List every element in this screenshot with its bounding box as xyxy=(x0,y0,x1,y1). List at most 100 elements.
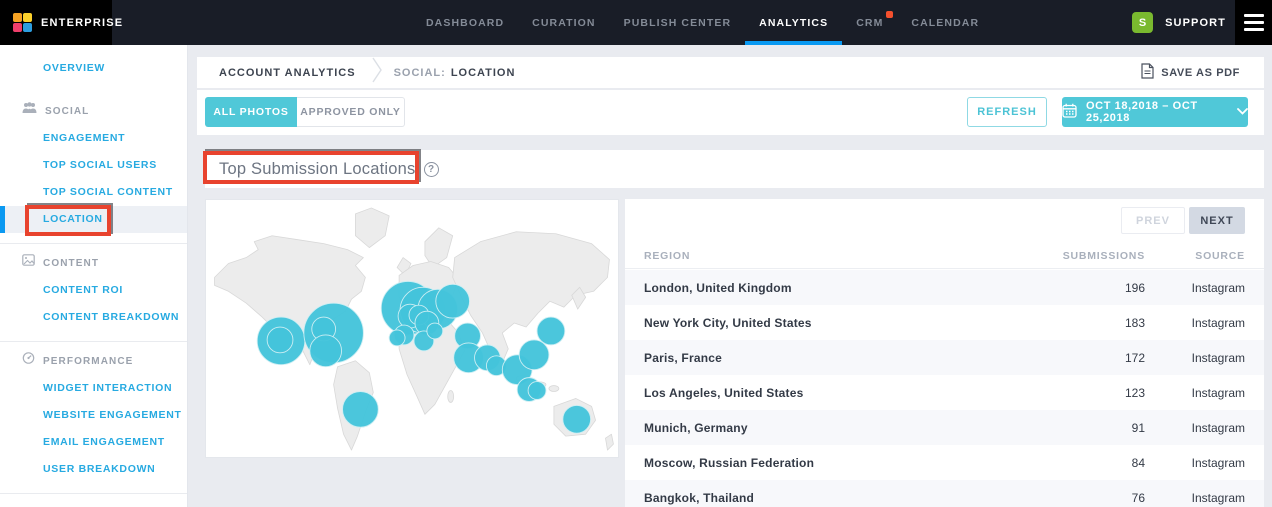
source-cell: Instagram xyxy=(1145,456,1245,470)
sidebar-section-content: CONTENT xyxy=(0,250,187,277)
map-bubble[interactable] xyxy=(436,284,470,318)
table-row: New York City, United States 183 Instagr… xyxy=(625,305,1264,340)
gauge-icon xyxy=(22,348,35,375)
column-header-submissions: SUBMISSIONS xyxy=(1025,250,1145,262)
sidebar-section-performance: PERFORMANCE xyxy=(0,348,187,375)
users-icon xyxy=(22,98,37,125)
save-as-pdf-button[interactable]: SAVE AS PDF xyxy=(1141,63,1240,82)
table-row: Bangkok, Thailand 76 Instagram xyxy=(625,480,1264,507)
region-cell: Paris, France xyxy=(644,351,1025,365)
source-cell: Instagram xyxy=(1145,351,1245,365)
region-cell: London, United Kingdom xyxy=(644,281,1025,295)
hamburger-menu-icon[interactable] xyxy=(1235,0,1272,45)
map-bubble[interactable] xyxy=(519,340,549,370)
map-bubble[interactable] xyxy=(537,317,565,345)
sidebar-item-website-engagement[interactable]: WEBSITE ENGAGEMENT xyxy=(0,402,187,429)
nav-calendar[interactable]: CALENDAR xyxy=(897,0,993,45)
approved-only-button[interactable]: APPROVED ONLY xyxy=(297,97,405,127)
submissions-cell: 76 xyxy=(1025,491,1145,505)
chevron-down-icon xyxy=(1237,106,1248,118)
support-link[interactable]: SUPPORT xyxy=(1165,0,1226,45)
sidebar-item-content-roi[interactable]: CONTENT ROI xyxy=(0,277,187,304)
region-cell: New York City, United States xyxy=(644,316,1025,330)
map-bubble[interactable] xyxy=(267,327,293,353)
region-cell: Bangkok, Thailand xyxy=(644,491,1025,505)
save-as-pdf-label: SAVE AS PDF xyxy=(1161,67,1240,79)
map-bubble[interactable] xyxy=(389,330,405,346)
sidebar-section-label: SOCIAL xyxy=(45,98,89,125)
map-bubble[interactable] xyxy=(343,392,379,428)
main-nav: DASHBOARD CURATION PUBLISH CENTER ANALYT… xyxy=(412,0,993,45)
sidebar-item-email-engagement[interactable]: EMAIL ENGAGEMENT xyxy=(0,429,187,456)
map-bubble[interactable] xyxy=(427,323,443,339)
nav-crm[interactable]: CRM xyxy=(842,0,897,45)
source-cell: Instagram xyxy=(1145,316,1245,330)
section-title-card: Top Submission Locations ? xyxy=(205,150,1264,188)
brand-logo-icon xyxy=(13,13,32,32)
sidebar-section-label: CONTENT xyxy=(43,250,99,277)
sidebar-item-location[interactable]: LOCATION xyxy=(0,206,187,233)
sidebar-divider xyxy=(0,243,187,244)
region-cell: Los Angeles, United States xyxy=(644,386,1025,400)
submissions-cell: 91 xyxy=(1025,421,1145,435)
sidebar-item-content-breakdown[interactable]: CONTENT BREAKDOWN xyxy=(0,304,187,331)
all-photos-button[interactable]: ALL PHOTOS xyxy=(205,97,297,127)
table-row: Moscow, Russian Federation 84 Instagram xyxy=(625,445,1264,480)
sidebar-item-top-social-users[interactable]: TOP SOCIAL USERS xyxy=(0,152,187,179)
user-avatar[interactable]: S xyxy=(1132,12,1153,33)
nav-publish-center[interactable]: PUBLISH CENTER xyxy=(610,0,746,45)
date-range-picker[interactable]: OCT 18,2018 – OCT 25,2018 xyxy=(1062,97,1248,127)
table-row: Munich, Germany 91 Instagram xyxy=(625,410,1264,445)
breadcrumb-section-prefix: SOCIAL: xyxy=(394,67,446,79)
source-cell: Instagram xyxy=(1145,281,1245,295)
sidebar-item-top-social-content[interactable]: TOP SOCIAL CONTENT xyxy=(0,179,187,206)
nav-curation[interactable]: CURATION xyxy=(518,0,609,45)
calendar-icon xyxy=(1062,103,1077,121)
table-body: London, United Kingdom 196 Instagram New… xyxy=(625,270,1264,507)
sidebar-section-label: PERFORMANCE xyxy=(43,348,133,375)
sidebar-divider xyxy=(0,341,187,342)
nav-analytics[interactable]: ANALYTICS xyxy=(745,0,842,45)
refresh-button[interactable]: REFRESH xyxy=(967,97,1047,127)
submissions-cell: 123 xyxy=(1025,386,1145,400)
help-icon[interactable]: ? xyxy=(424,162,439,177)
photo-filter-toggle: ALL PHOTOS APPROVED ONLY xyxy=(205,97,405,127)
breadcrumb-current-page: LOCATION xyxy=(451,67,516,79)
next-button[interactable]: NEXT xyxy=(1189,207,1245,234)
submissions-cell: 183 xyxy=(1025,316,1145,330)
submissions-cell: 84 xyxy=(1025,456,1145,470)
column-header-region: REGION xyxy=(644,250,1025,262)
table-header-row: REGION SUBMISSIONS SOURCE xyxy=(625,244,1264,269)
app-logo[interactable]: ENTERPRISE xyxy=(0,0,112,45)
map-bubble[interactable] xyxy=(528,382,546,400)
breadcrumb-account-analytics[interactable]: ACCOUNT ANALYTICS xyxy=(219,67,356,79)
breadcrumb-separator-icon xyxy=(372,57,382,88)
sidebar-item-user-breakdown[interactable]: USER BREAKDOWN xyxy=(0,456,187,483)
sidebar-item-engagement[interactable]: ENGAGEMENT xyxy=(0,125,187,152)
filter-band: ALL PHOTOS APPROVED ONLY REFRESH OCT 18,… xyxy=(197,90,1264,135)
world-bubble-map[interactable] xyxy=(206,200,618,457)
map-bubble[interactable] xyxy=(310,335,342,367)
submissions-cell: 196 xyxy=(1025,281,1145,295)
locations-table-card: PREV NEXT REGION SUBMISSIONS SOURCE Lond… xyxy=(625,199,1264,507)
submission-map-card xyxy=(205,199,619,458)
table-row: London, United Kingdom 196 Instagram xyxy=(625,270,1264,305)
map-bubble[interactable] xyxy=(563,405,591,433)
breadcrumb-band: ACCOUNT ANALYTICS SOCIAL: LOCATION SAVE … xyxy=(197,57,1264,88)
source-cell: Instagram xyxy=(1145,491,1245,505)
region-cell: Moscow, Russian Federation xyxy=(644,456,1025,470)
brand-name: ENTERPRISE xyxy=(41,17,123,29)
sidebar-item-widget-interaction[interactable]: WIDGET INTERACTION xyxy=(0,375,187,402)
submissions-cell: 172 xyxy=(1025,351,1145,365)
table-row: Los Angeles, United States 123 Instagram xyxy=(625,375,1264,410)
source-cell: Instagram xyxy=(1145,421,1245,435)
sidebar-divider xyxy=(0,493,187,494)
nav-dashboard[interactable]: DASHBOARD xyxy=(412,0,518,45)
prev-button[interactable]: PREV xyxy=(1121,207,1185,234)
source-cell: Instagram xyxy=(1145,386,1245,400)
page-title: Top Submission Locations xyxy=(219,160,416,179)
notification-badge xyxy=(886,11,893,18)
sidebar-item-overview[interactable]: OVERVIEW xyxy=(0,55,187,82)
document-icon xyxy=(1141,63,1154,82)
sidebar: OVERVIEW SOCIAL ENGAGEMENT TOP SOCIAL US… xyxy=(0,45,188,507)
